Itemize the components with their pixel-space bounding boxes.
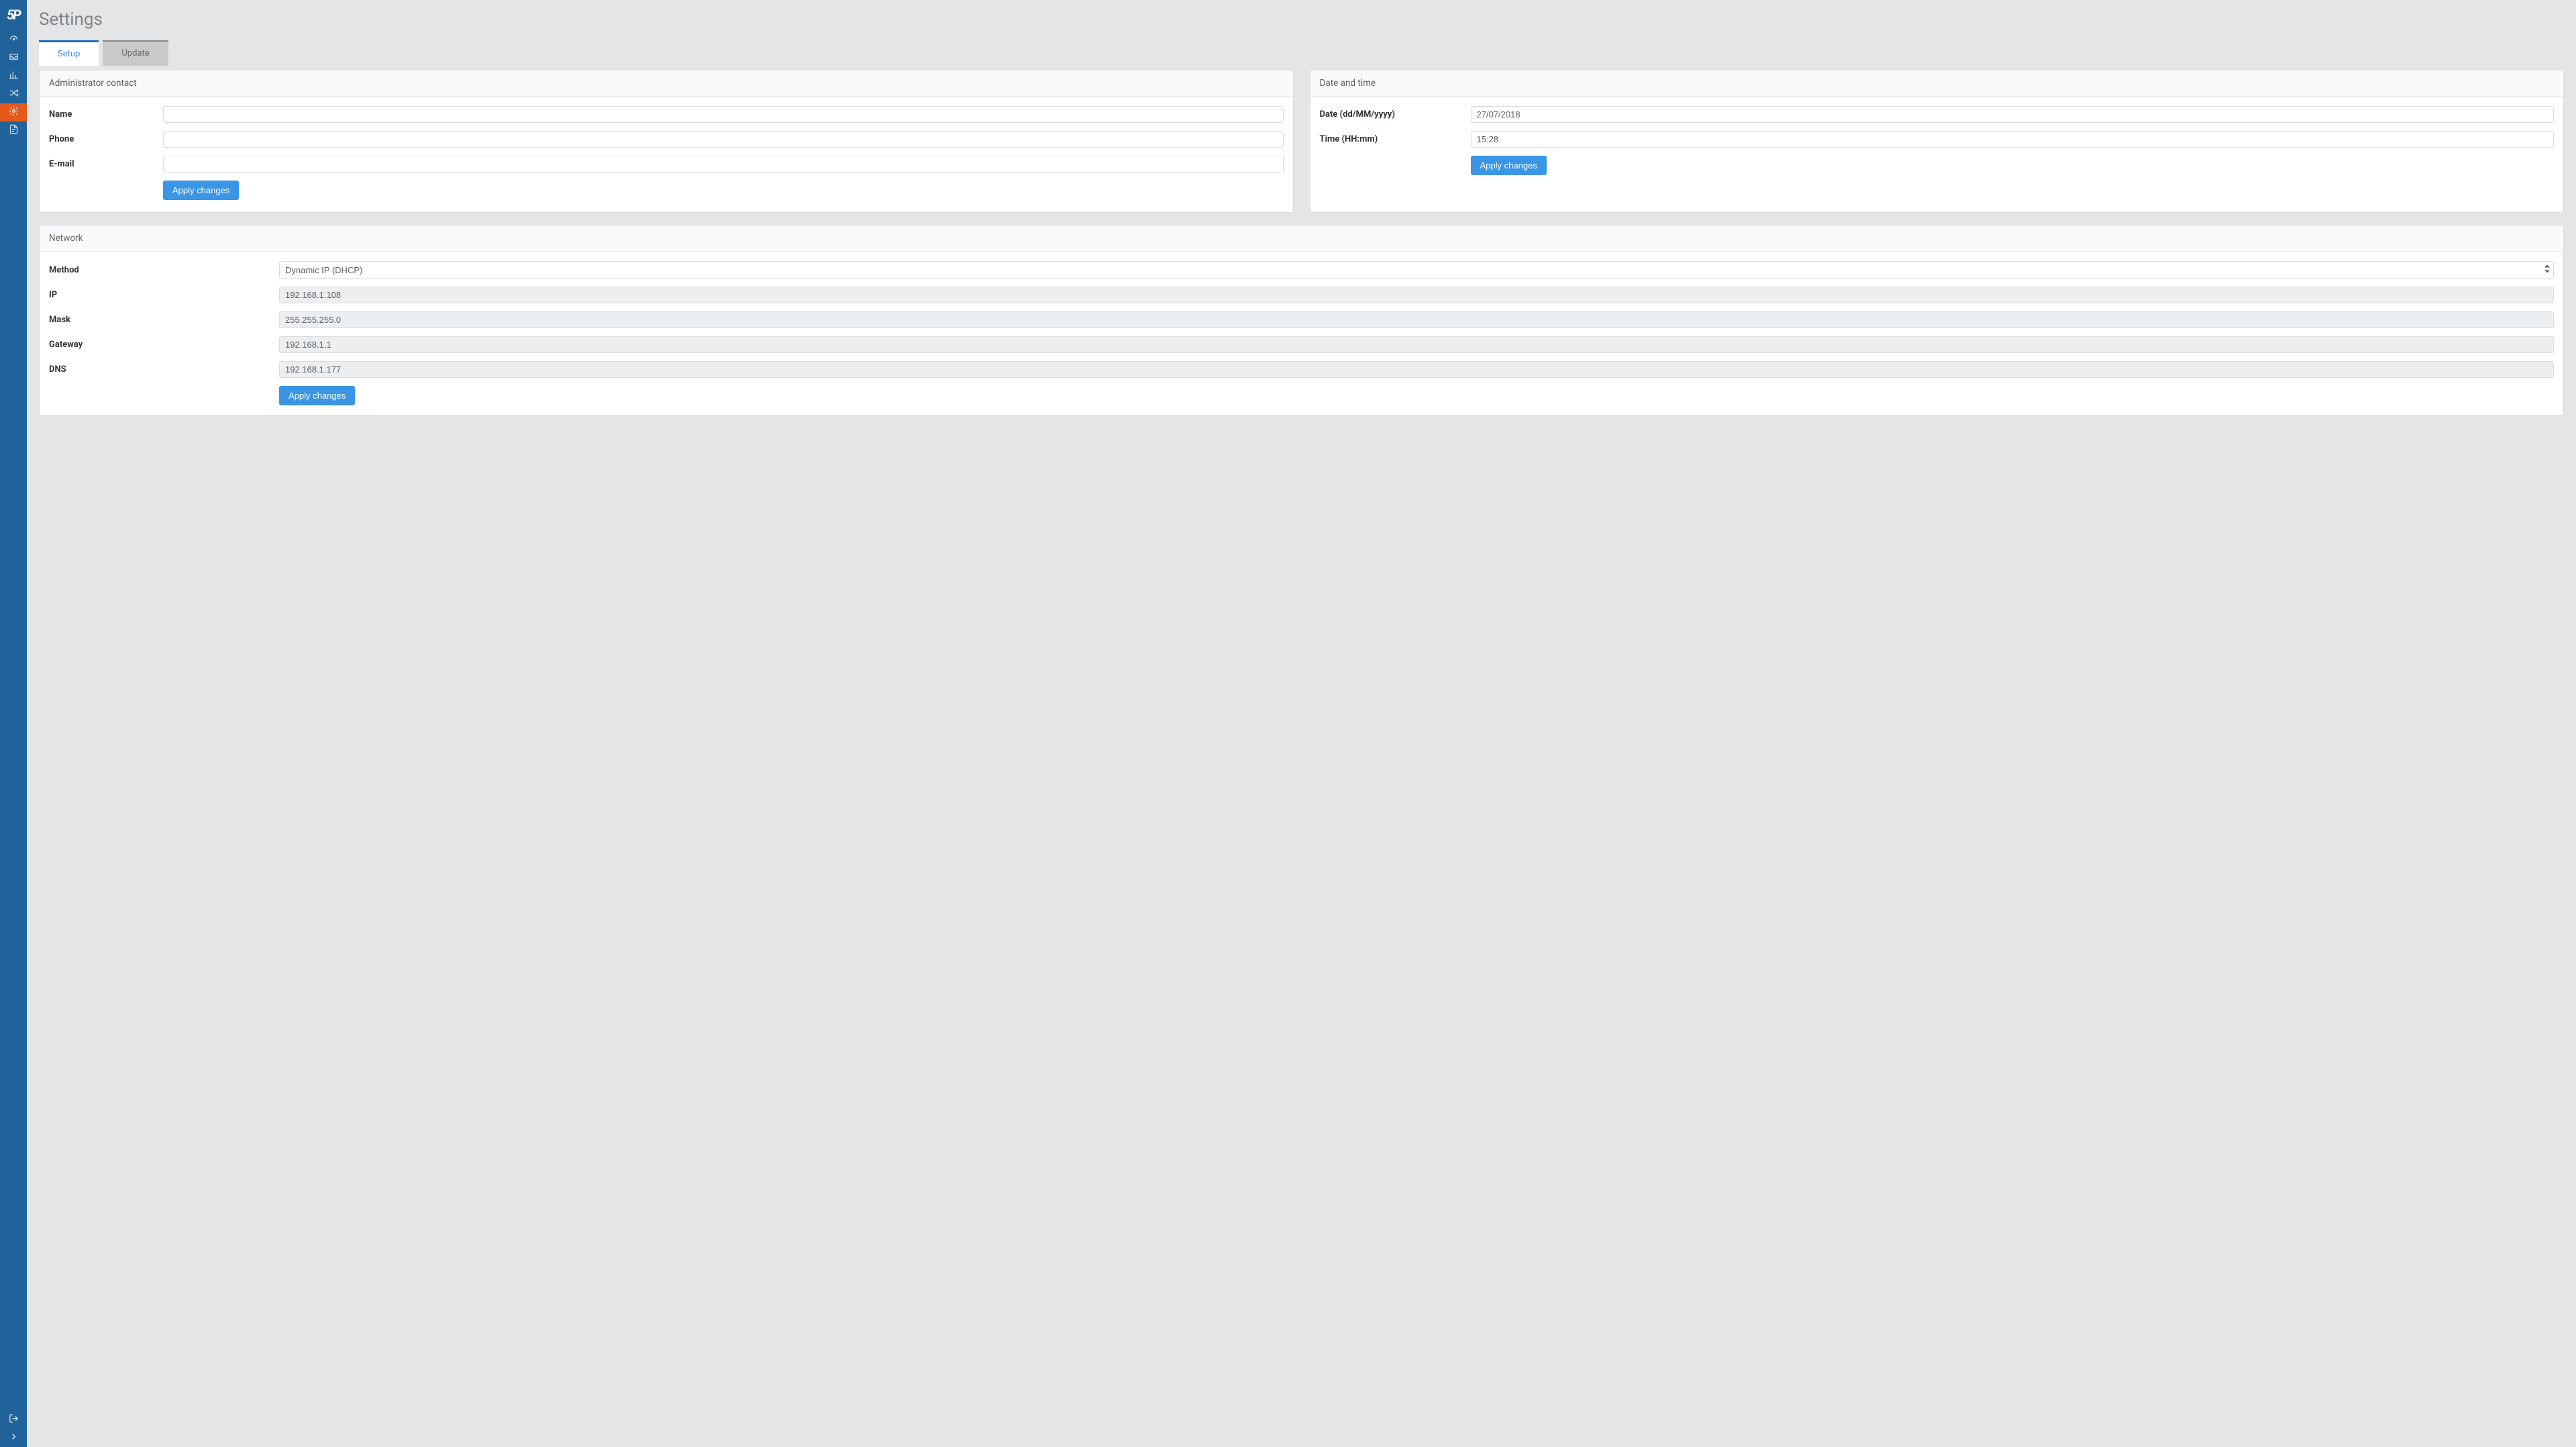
file-icon bbox=[9, 124, 19, 137]
ip-label: IP bbox=[49, 290, 279, 300]
date-input[interactable] bbox=[1471, 106, 2555, 123]
apply-datetime-button[interactable]: Apply changes bbox=[1471, 156, 1547, 175]
apply-admin-contact-button[interactable]: Apply changes bbox=[163, 181, 239, 200]
mask-input bbox=[279, 311, 2554, 328]
ip-input bbox=[279, 287, 2554, 303]
tab-setup[interactable]: Setup bbox=[39, 40, 99, 66]
panel-admin-contact-header: Administrator contact bbox=[40, 70, 1293, 97]
bar-chart-icon bbox=[9, 70, 19, 83]
phone-label: Phone bbox=[49, 134, 163, 144]
sidebar-item-dashboard[interactable] bbox=[0, 31, 27, 49]
time-input[interactable] bbox=[1471, 131, 2555, 148]
inbox-icon bbox=[9, 52, 19, 64]
method-label: Method bbox=[49, 265, 279, 275]
panel-admin-contact: Administrator contact Name Phone E-mail bbox=[39, 70, 1294, 213]
dns-label: DNS bbox=[49, 364, 279, 375]
sidebar-nav bbox=[0, 31, 27, 140]
gateway-input bbox=[279, 336, 2554, 353]
mask-label: Mask bbox=[49, 315, 279, 325]
sidebar-item-shuffle[interactable] bbox=[0, 85, 27, 103]
gateway-label: Gateway bbox=[49, 340, 279, 350]
dns-input bbox=[279, 361, 2554, 378]
sidebar-item-docs[interactable] bbox=[0, 121, 27, 140]
page-title: Settings bbox=[39, 9, 2564, 30]
panel-datetime-header: Date and time bbox=[1310, 70, 2564, 97]
phone-input[interactable] bbox=[163, 131, 1284, 148]
sidebar: 5P bbox=[0, 0, 27, 1447]
email-label: E-mail bbox=[49, 159, 163, 169]
name-label: Name bbox=[49, 109, 163, 119]
tab-update[interactable]: Update bbox=[103, 40, 168, 66]
panel-network: Network Method Dynamic IP (DHCP) IP bbox=[39, 225, 2564, 415]
tabs: Setup Update bbox=[39, 40, 2564, 66]
method-select[interactable]: Dynamic IP (DHCP) bbox=[279, 261, 2554, 279]
sidebar-item-settings[interactable] bbox=[0, 103, 27, 121]
panel-network-header: Network bbox=[40, 226, 2563, 252]
email-input[interactable] bbox=[163, 156, 1284, 172]
logout-icon bbox=[9, 1413, 19, 1426]
sidebar-item-inbox[interactable] bbox=[0, 49, 27, 67]
panel-datetime: Date and time Date (dd/MM/yyyy) Time (HH… bbox=[1310, 70, 2565, 213]
main-content: Settings Setup Update Administrator cont… bbox=[27, 0, 2576, 1447]
time-label: Time (HH:mm) bbox=[1320, 134, 1471, 144]
sidebar-item-expand[interactable] bbox=[0, 1429, 27, 1447]
sidebar-bottom bbox=[0, 1411, 27, 1447]
gauge-icon bbox=[9, 34, 19, 46]
shuffle-icon bbox=[9, 88, 19, 101]
apply-network-button[interactable]: Apply changes bbox=[279, 386, 355, 405]
name-input[interactable] bbox=[163, 106, 1284, 123]
app-logo: 5P bbox=[0, 0, 27, 27]
chevron-right-icon bbox=[9, 1432, 19, 1444]
gear-icon bbox=[9, 106, 19, 119]
sidebar-item-logout[interactable] bbox=[0, 1411, 27, 1429]
date-label: Date (dd/MM/yyyy) bbox=[1320, 109, 1471, 119]
sidebar-item-analytics[interactable] bbox=[0, 67, 27, 85]
